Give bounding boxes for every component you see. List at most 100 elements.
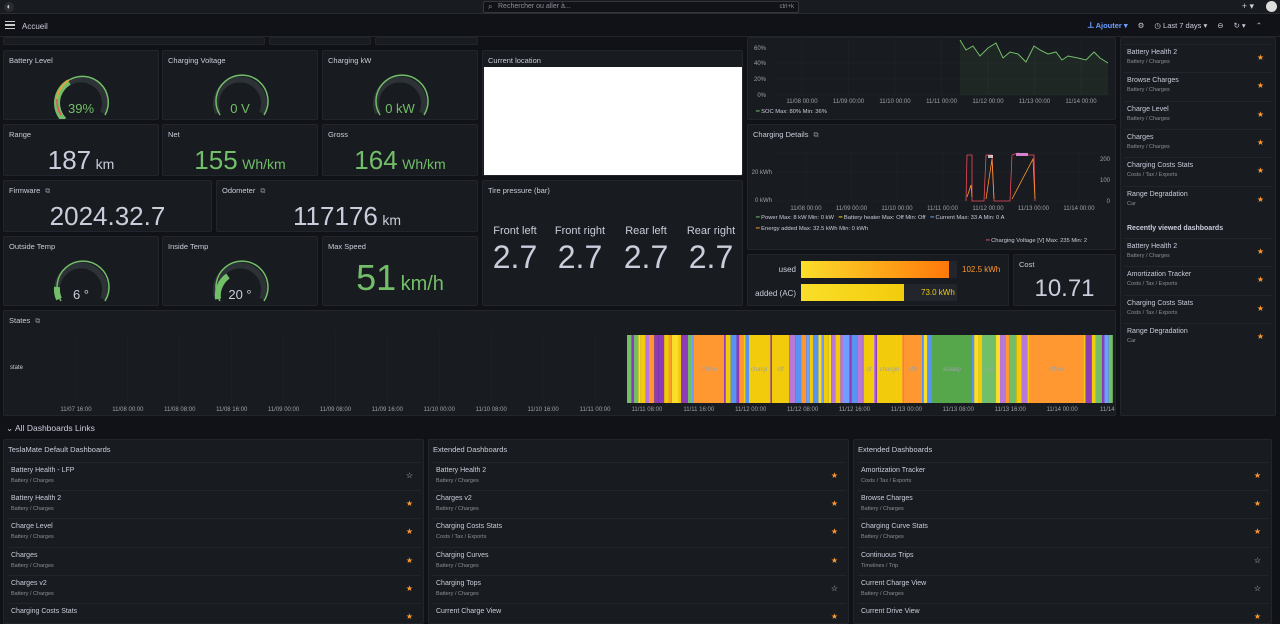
star-icon[interactable]: ★ (831, 499, 838, 508)
state-segment[interactable] (857, 335, 863, 403)
star-icon[interactable]: ★ (1254, 499, 1261, 508)
state-segment[interactable] (995, 335, 1001, 403)
state-segment[interactable] (1101, 335, 1105, 403)
state-segment[interactable] (821, 335, 824, 403)
dashboard-link[interactable]: Browse Charges Battery / Charges ★ (858, 490, 1269, 516)
dashboard-link[interactable]: Charging Curves Battery / Charges ★ (433, 546, 846, 573)
breadcrumb[interactable]: Accueil (22, 22, 48, 31)
state-segment[interactable] (725, 335, 731, 403)
refresh-icon[interactable]: ↻ ▾ (1234, 21, 1246, 30)
dashboard-link[interactable]: Amortization Tracker Costs / Tax / Export… (858, 462, 1269, 488)
states-panel[interactable]: States ⧉ state 11/07 16:00 11/08 00:00 11/0… (3, 310, 1116, 416)
state-segment[interactable] (1095, 335, 1102, 403)
dashboard-link[interactable]: Current Drive View ★ (858, 603, 1269, 623)
time-range-picker[interactable]: ◷ Last 7 days ▾ (1154, 21, 1207, 30)
grafana-logo-icon[interactable]: ◐ (4, 2, 14, 12)
state-segment[interactable] (627, 335, 632, 403)
add-button[interactable]: ⟂ Ajouter ▾ (1088, 20, 1128, 31)
dashboard-link[interactable]: Battery Health 2 Battery / Charges ★ (8, 490, 421, 516)
state-segment[interactable] (831, 335, 836, 403)
collapse-icon[interactable]: ⌃ (1256, 21, 1262, 30)
star-icon[interactable]: ★ (406, 527, 413, 536)
dashboard-link[interactable]: Battery Health - LFP Battery / Charges ☆ (8, 462, 421, 488)
range-panel[interactable]: Range 187 km (3, 124, 159, 176)
dashboard-link[interactable]: Current Charge View Battery / Charges ☆ (858, 574, 1269, 601)
sidebar-dashboard-recent[interactable]: Charging Costs Stats Costs / Tax / Export… (1124, 294, 1272, 321)
state-segment[interactable] (1091, 335, 1096, 403)
star-icon[interactable]: ☆ (406, 471, 413, 480)
state-segment[interactable] (664, 335, 669, 403)
map-area[interactable] (484, 67, 742, 175)
state-segment[interactable] (849, 335, 852, 403)
star-icon[interactable]: ★ (1257, 247, 1264, 256)
star-icon[interactable]: ★ (831, 471, 838, 480)
firmware-panel[interactable]: Firmware ⧉ 2024.32.7 (3, 180, 212, 232)
sidebar-dashboard-starred[interactable]: Charges Battery / Charges ★ (1124, 128, 1272, 155)
sidebar-dashboard-recent[interactable]: Amortization Tracker Costs / Tax / Export… (1124, 266, 1272, 293)
tire-pressure-panel[interactable]: Tire pressure (bar) Front left 2.7 Front … (482, 180, 743, 306)
dashboard-link[interactable]: Charges Battery / Charges ★ (8, 546, 421, 573)
star-icon[interactable]: ★ (1257, 304, 1264, 313)
star-icon[interactable]: ★ (1257, 110, 1264, 119)
zoom-out-icon[interactable]: ⊖ (1217, 21, 1223, 30)
state-segment[interactable] (1016, 335, 1022, 403)
star-icon[interactable]: ★ (1257, 195, 1264, 204)
star-icon[interactable]: ★ (1254, 471, 1261, 480)
state-segment[interactable] (795, 335, 802, 403)
state-segment[interactable] (974, 335, 979, 403)
outside-temp-panel[interactable]: Outside Temp 6 ° (3, 236, 159, 306)
external-link-icon[interactable]: ⧉ (260, 188, 265, 195)
star-icon[interactable]: ★ (1257, 332, 1264, 341)
soc-chart-panel[interactable]: 60% 40% 20% 0% 11/08 00:00 11/09 00:00 11/10 … (747, 37, 1116, 120)
state-segment[interactable] (823, 335, 829, 403)
state-segment[interactable] (809, 335, 813, 403)
sidebar-dashboard-starred[interactable]: Charging Costs Stats Costs / Tax / Export… (1124, 157, 1272, 184)
sidebar-dashboard-starred[interactable]: Charge Level Battery / Charges ★ (1124, 100, 1272, 127)
state-segment[interactable] (1104, 335, 1109, 403)
section-toggle[interactable]: ⌄ All Dashboards Links (6, 423, 95, 434)
star-icon[interactable]: ★ (1257, 81, 1264, 90)
dashboard-link[interactable]: Charges v2 Battery / Charges ★ (433, 490, 846, 516)
external-link-icon[interactable]: ⧉ (45, 188, 50, 195)
state-segment[interactable] (1108, 335, 1113, 403)
star-icon[interactable]: ★ (1257, 138, 1264, 147)
state-segment[interactable] (801, 335, 807, 403)
star-icon[interactable]: ★ (1257, 166, 1264, 175)
star-icon[interactable]: ★ (406, 556, 413, 565)
state-segment[interactable] (1009, 335, 1017, 403)
avatar[interactable] (1266, 1, 1277, 12)
dashboard-link[interactable]: Charge Level Battery / Charges ★ (8, 518, 421, 544)
sidebar-dashboard-recent[interactable]: Battery Health 2 Battery / Charges ★ (1124, 238, 1272, 264)
state-segment[interactable] (638, 335, 641, 403)
state-segment[interactable] (1005, 335, 1010, 403)
state-segment[interactable] (687, 335, 693, 403)
sidebar-dashboard-starred[interactable]: Browse Charges Battery / Charges ★ (1124, 72, 1272, 99)
state-segment[interactable] (923, 335, 928, 403)
state-segment[interactable] (634, 335, 639, 403)
state-segment[interactable] (649, 335, 655, 403)
dashboard-link[interactable]: Battery Health 2 Battery / Charges ★ (433, 462, 846, 488)
state-segment[interactable] (671, 335, 679, 403)
state-segment[interactable] (789, 335, 796, 403)
state-segment[interactable] (658, 335, 665, 403)
star-icon[interactable]: ★ (831, 556, 838, 565)
state-segment[interactable] (730, 335, 737, 403)
state-segment[interactable] (812, 335, 819, 403)
dashboard-link[interactable]: Current Charge View ★ (433, 603, 846, 623)
state-segment[interactable] (828, 335, 832, 403)
charging-details-panel[interactable]: Charging Details ⧉ 20 kWh 0 kWh 200 100 0 11/0… (747, 124, 1116, 250)
state-segment[interactable] (1000, 335, 1006, 403)
energy-bars-panel[interactable]: used 102.5 kWh added (AC) 73.0 kWh (747, 254, 1009, 306)
state-segment[interactable] (739, 335, 744, 403)
battery-level-panel[interactable]: Battery Level 39% (3, 50, 159, 120)
sidebar-dashboard-starred[interactable]: Range Degradation Car ★ (1124, 185, 1272, 212)
inside-temp-panel[interactable]: Inside Temp 20 ° (162, 236, 318, 306)
menu-icon[interactable] (5, 21, 15, 29)
state-segment[interactable] (1021, 335, 1028, 403)
dashboard-link[interactable]: Charging Tops Battery / Charges ☆ (433, 574, 846, 601)
state-segment[interactable] (840, 335, 843, 403)
state-segment[interactable] (645, 335, 650, 403)
location-panel[interactable]: Current location (482, 50, 743, 176)
new-menu-icon[interactable]: + ▾ (1242, 1, 1254, 12)
dashboard-link[interactable]: Charges v2 Battery / Charges ★ (8, 574, 421, 601)
